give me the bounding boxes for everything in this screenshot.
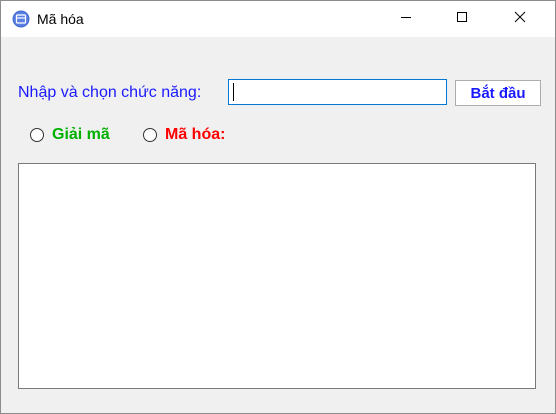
prompt-label: Nhập và chọn chức năng: <box>18 84 202 101</box>
maximize-icon <box>456 10 468 28</box>
app-window-icon <box>12 10 30 28</box>
text-caret <box>233 83 234 101</box>
close-button[interactable] <box>497 1 543 37</box>
input-text-field[interactable] <box>228 79 447 105</box>
encode-radio-label[interactable]: Mã hóa: <box>165 125 225 145</box>
output-text-area[interactable] <box>18 163 536 389</box>
window-title: Mã hóa <box>37 11 84 27</box>
title-bar[interactable]: Mã hóa <box>1 1 555 37</box>
encode-radio-circle[interactable] <box>143 128 157 142</box>
maximize-button[interactable] <box>439 1 485 37</box>
start-button[interactable]: Bắt đầu <box>455 80 541 106</box>
close-icon <box>514 10 526 28</box>
decode-radio[interactable]: Giải mã <box>30 125 110 145</box>
minimize-button[interactable] <box>383 1 429 37</box>
encode-radio[interactable]: Mã hóa: <box>143 125 225 145</box>
app-window: Mã hóa Nhập và chọn chức năng: Bắt đầu G… <box>0 0 556 414</box>
decode-radio-circle[interactable] <box>30 128 44 142</box>
minimize-icon <box>400 10 412 28</box>
decode-radio-label[interactable]: Giải mã <box>52 125 110 145</box>
